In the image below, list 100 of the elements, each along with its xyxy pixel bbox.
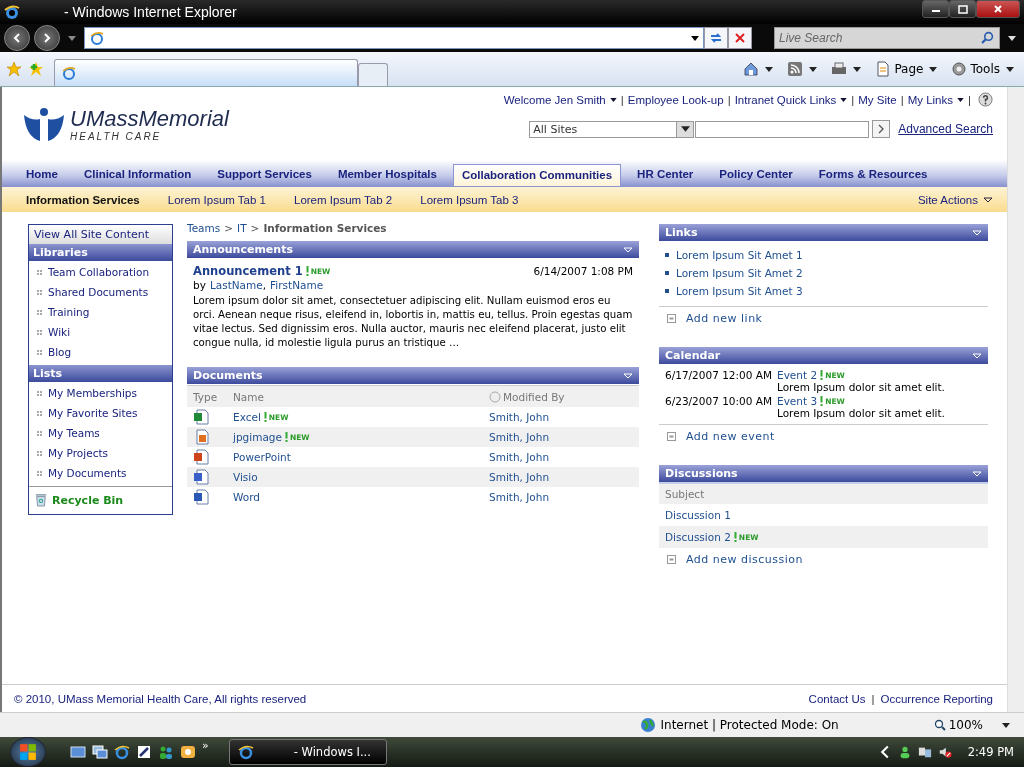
author-link[interactable]: LastName xyxy=(209,279,263,291)
event-link[interactable]: Event 3 xyxy=(777,395,818,407)
search-field[interactable] xyxy=(695,120,870,138)
header-link[interactable]: My Site xyxy=(858,93,897,106)
nav-tab[interactable]: Home xyxy=(16,168,68,186)
column-header[interactable]: Modified By xyxy=(503,390,565,403)
forward-button[interactable] xyxy=(34,25,60,51)
sub-nav-tab[interactable]: Lorem Ipsum Tab 1 xyxy=(167,193,266,206)
document-link[interactable]: Visio xyxy=(233,471,258,483)
author-link[interactable]: FirstName xyxy=(270,279,324,291)
view-all-link[interactable]: View All Site Content xyxy=(29,225,172,244)
user-link[interactable]: Smith, John xyxy=(489,411,550,423)
sidebar-link[interactable]: My Documents xyxy=(48,467,127,479)
sidebar-link[interactable]: Team Collaboration xyxy=(48,266,150,278)
search-field[interactable]: Live Search xyxy=(774,27,1000,49)
page-button[interactable]: Page xyxy=(871,54,942,84)
user-link[interactable]: Smith, John xyxy=(489,451,550,463)
sidebar-link[interactable]: Blog xyxy=(48,346,72,358)
volume-muted-icon[interactable] xyxy=(937,745,952,759)
sub-nav-tab[interactable]: Information Services xyxy=(26,193,140,206)
sidebar-link[interactable]: Wiki xyxy=(48,326,71,338)
document-link[interactable]: jpgimage xyxy=(233,431,282,443)
caret-icon[interactable] xyxy=(1008,35,1016,41)
link[interactable]: Lorem Ipsum Sit Amet 3 xyxy=(676,285,803,297)
stop-button[interactable] xyxy=(728,27,752,49)
star-icon[interactable] xyxy=(6,61,22,77)
breadcrumb-link[interactable]: Teams xyxy=(187,222,221,234)
sidebar-link[interactable]: My Memberships xyxy=(48,387,137,399)
more-indicator[interactable]: » xyxy=(202,739,209,752)
nav-tab[interactable]: Clinical Information xyxy=(73,168,202,186)
breadcrumb-link[interactable]: IT xyxy=(237,222,247,234)
user-link[interactable]: Smith, John xyxy=(489,471,550,483)
people-icon[interactable] xyxy=(158,744,174,760)
help-icon[interactable] xyxy=(978,92,993,107)
header-link[interactable]: My Links xyxy=(907,93,953,106)
zoom-icon[interactable] xyxy=(933,719,946,731)
menu-caret-icon[interactable] xyxy=(972,352,982,359)
add-new-link[interactable]: Add new event xyxy=(686,430,775,443)
zoom-level[interactable]: 100% xyxy=(948,718,983,732)
sidebar-link[interactable]: My Projects xyxy=(48,447,108,459)
sidebar-link[interactable]: Shared Documents xyxy=(48,286,149,298)
caret-icon[interactable] xyxy=(609,97,617,102)
user-link[interactable]: Smith, John xyxy=(489,491,550,503)
caret-icon[interactable] xyxy=(840,97,848,102)
menu-caret-icon[interactable] xyxy=(623,246,633,253)
nav-tab[interactable]: Member Hospitals xyxy=(327,168,447,186)
refresh-button[interactable] xyxy=(704,27,728,49)
caret-icon[interactable] xyxy=(957,97,964,102)
window-switch-icon[interactable] xyxy=(92,744,108,760)
messenger-icon[interactable] xyxy=(180,744,196,760)
desktop-icon[interactable] xyxy=(70,744,86,760)
recycle-bin-link[interactable]: Recycle Bin xyxy=(52,493,124,507)
event-link[interactable]: Event 2 xyxy=(777,369,818,381)
maximize-button[interactable] xyxy=(949,0,976,18)
sidebar-link[interactable]: Training xyxy=(48,306,90,318)
footer-link[interactable]: Occurrence Reporting xyxy=(880,692,993,705)
nav-tab[interactable]: HR Center xyxy=(627,168,704,186)
add-favorite-icon[interactable] xyxy=(28,61,44,77)
search-button[interactable] xyxy=(872,120,891,138)
header-link[interactable]: Intranet Quick Links xyxy=(734,93,837,106)
minimize-button[interactable] xyxy=(922,0,949,18)
back-button[interactable] xyxy=(4,25,30,51)
start-button[interactable] xyxy=(10,737,46,767)
sub-nav-tab[interactable]: Lorem Ipsum Tab 2 xyxy=(294,193,393,206)
browser-tab[interactable] xyxy=(54,59,358,86)
document-link[interactable]: PowerPoint xyxy=(233,451,291,463)
footer-link[interactable]: Contact Us xyxy=(808,692,866,705)
link[interactable]: Lorem Ipsum Sit Amet 1 xyxy=(676,249,803,261)
tools-button[interactable]: Tools xyxy=(947,54,1018,84)
menu-caret-icon[interactable] xyxy=(972,470,982,477)
header-link[interactable]: Welcome Jen Smith xyxy=(503,93,606,106)
nav-tab[interactable]: Support Services xyxy=(207,168,322,186)
menu-caret-icon[interactable] xyxy=(623,372,633,379)
sidebar-link[interactable]: My Teams xyxy=(48,427,100,439)
caret-icon[interactable] xyxy=(1002,722,1010,728)
add-new-link[interactable]: Add new link xyxy=(686,312,763,325)
sidebar-link[interactable]: My Favorite Sites xyxy=(48,407,138,419)
document-link[interactable]: Word xyxy=(233,491,260,503)
menu-caret-icon[interactable] xyxy=(972,229,982,236)
discussion-link[interactable]: Discussion 1 xyxy=(665,509,731,521)
scrollbar[interactable] xyxy=(1007,87,1024,712)
discussion-link[interactable]: Discussion 2 xyxy=(665,531,731,543)
column-header[interactable]: Type xyxy=(187,390,233,403)
site-actions-menu[interactable]: Site Actions xyxy=(917,193,993,206)
column-header[interactable]: Subject xyxy=(665,488,705,500)
nav-tab[interactable]: Policy Center xyxy=(709,168,803,186)
nav-tab[interactable]: Collaboration Communities xyxy=(452,164,622,186)
announcement-link[interactable]: Announcement 1 xyxy=(193,264,303,278)
scope-dropdown[interactable]: All Sites xyxy=(529,120,695,138)
user-link[interactable]: Smith, John xyxy=(489,431,550,443)
add-new-link[interactable]: Add new discussion xyxy=(686,553,804,566)
taskbar-window-button[interactable]: - Windows I... xyxy=(228,739,387,765)
address-field[interactable] xyxy=(84,27,704,49)
advanced-search-link[interactable]: Advanced Search xyxy=(898,122,993,136)
sub-nav-tab[interactable]: Lorem Ipsum Tab 3 xyxy=(420,193,519,206)
close-button[interactable] xyxy=(976,0,1020,18)
header-link[interactable]: Employee Look-up xyxy=(627,93,724,106)
nav-tab[interactable]: Forms & Resources xyxy=(808,168,938,186)
pen-icon[interactable] xyxy=(136,744,152,760)
caret-icon[interactable] xyxy=(691,35,699,41)
